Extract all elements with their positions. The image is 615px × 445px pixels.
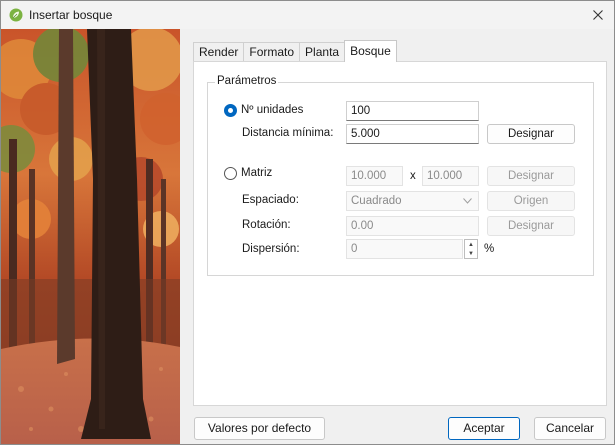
- accept-button[interactable]: Aceptar: [448, 417, 520, 440]
- spacing-select-value: Cuadrado: [351, 195, 402, 207]
- spacing-select[interactable]: Cuadrado: [346, 191, 479, 211]
- tab-strip: Render Formato Planta Bosque: [193, 40, 397, 62]
- cancel-button[interactable]: Cancelar: [534, 417, 606, 440]
- rotation-label: Rotación:: [242, 219, 291, 231]
- tab-formato[interactable]: Formato: [243, 42, 301, 62]
- dispersion-unit: %: [484, 243, 495, 255]
- forest-preview-image: [1, 29, 180, 444]
- units-label: Nº unidades: [241, 104, 304, 116]
- units-radio[interactable]: [224, 104, 237, 117]
- spin-down-icon[interactable]: ▼: [465, 249, 477, 258]
- rotation-input[interactable]: 0.00: [346, 216, 479, 236]
- min-distance-label: Distancia mínima:: [242, 127, 334, 139]
- matrix-y-input[interactable]: 10.000: [422, 166, 479, 186]
- parameters-group-title: Parámetros: [215, 75, 279, 87]
- dialog-window: Insertar bosque Render Formato Planta Bo…: [0, 0, 615, 445]
- spacing-label: Espaciado:: [242, 194, 299, 206]
- close-button[interactable]: [582, 1, 614, 29]
- tab-render[interactable]: Render: [193, 42, 245, 62]
- matrix-label: Matriz: [241, 167, 273, 179]
- defaults-button[interactable]: Valores por defecto: [194, 417, 325, 440]
- units-input[interactable]: 100: [346, 101, 479, 121]
- app-leaf-icon: [9, 8, 23, 22]
- tab-planta[interactable]: Planta: [299, 42, 346, 62]
- dispersion-label: Dispersión:: [242, 243, 300, 255]
- tab-bosque[interactable]: Bosque: [344, 40, 397, 62]
- spacing-origin-button[interactable]: Origen: [487, 191, 575, 211]
- matrix-times-label: x: [410, 170, 416, 182]
- close-icon: [593, 10, 603, 20]
- matrix-designate-button[interactable]: Designar: [487, 166, 575, 186]
- dispersion-input[interactable]: 0: [346, 239, 463, 259]
- bosque-tab-panel: Parámetros Nº unidades 100 Distancia mín…: [193, 61, 607, 406]
- matrix-x-input[interactable]: 10.000: [346, 166, 403, 186]
- title-bar: Insertar bosque: [1, 1, 614, 29]
- window-title: Insertar bosque: [29, 8, 113, 22]
- matrix-radio[interactable]: [224, 167, 237, 180]
- min-distance-designate-button[interactable]: Designar: [487, 124, 575, 144]
- chevron-down-icon: [463, 198, 472, 204]
- spin-up-icon[interactable]: ▲: [465, 240, 477, 249]
- dispersion-spinner[interactable]: ▲ ▼: [464, 239, 478, 259]
- parameters-group: Parámetros Nº unidades 100 Distancia mín…: [207, 75, 594, 276]
- min-distance-input[interactable]: 5.000: [346, 124, 479, 144]
- rotation-designate-button[interactable]: Designar: [487, 216, 575, 236]
